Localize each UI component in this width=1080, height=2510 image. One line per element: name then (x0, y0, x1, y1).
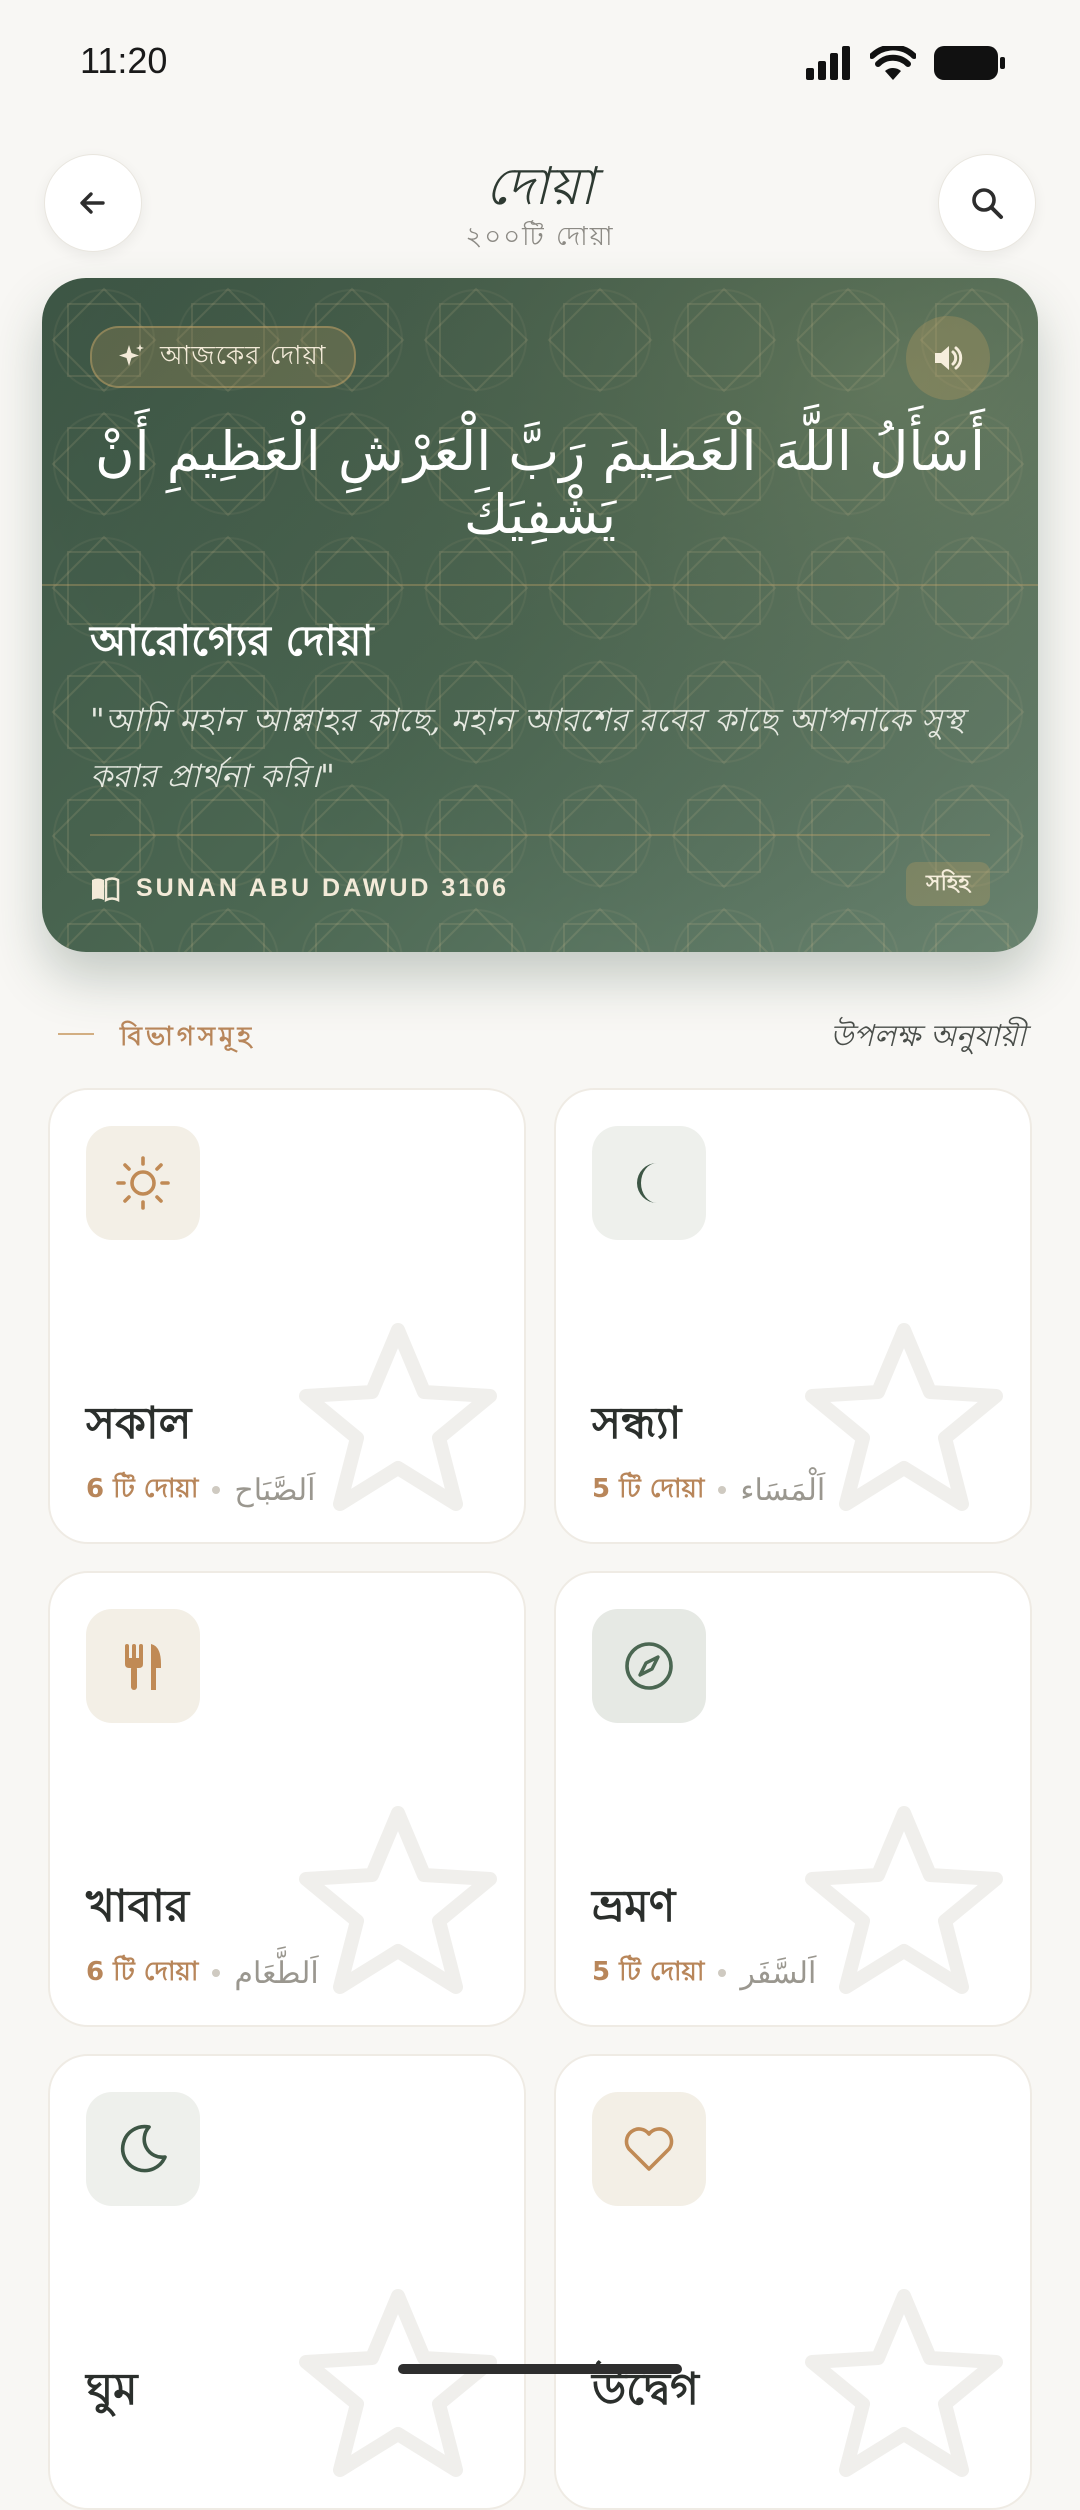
dua-translation: "আমি মহান আল্লাহর কাছে, মহান আরশের রবের … (90, 701, 964, 795)
compass-icon (625, 1642, 673, 1690)
dua-count: 5 টি দোয়া (592, 1957, 705, 1987)
category-arabic: اَلسَّفَر (740, 1955, 817, 1991)
category-title: ভ্রমণ (592, 1881, 676, 1932)
section-accent-line (58, 1033, 94, 1035)
sparkle-icon (119, 344, 144, 366)
category-card-travel[interactable]: ভ্রমণ 5 টি দোয়া اَلسَّفَر (554, 1571, 1032, 2027)
dua-arabic-text: أَسْأَلُ اللَّهَ الْعَظِيمَ رَبَّ الْعَر… (94, 420, 986, 546)
search-button[interactable] (938, 154, 1036, 252)
audio-button[interactable] (906, 316, 990, 400)
card-icon-container (592, 1609, 706, 1723)
category-card-food[interactable]: খাবার 6 টি দোয়া اَلطَّعَام (48, 1571, 526, 2027)
badge-label: আজকের দোয়া (160, 341, 327, 371)
home-indicator[interactable] (398, 2364, 682, 2374)
category-card-evening[interactable]: সন্ধ্যা 5 টি দোয়া اَلْمَسَاء (554, 1088, 1032, 1544)
category-title: ঘুম (86, 2364, 138, 2415)
dua-count: 5 টি দোয়া (592, 1474, 705, 1504)
star-watermark-icon (805, 1323, 1003, 1511)
category-arabic: اَلْمَسَاء (740, 1472, 826, 1508)
star-watermark-icon (299, 2289, 497, 2477)
speaker-icon (935, 346, 963, 370)
star-watermark-icon (299, 1323, 497, 1511)
category-arabic: اَلطَّعَام (234, 1955, 319, 1991)
authenticity-badge: সহিহ (906, 862, 990, 906)
page-subtitle: ২০০টি দোয়া (465, 222, 615, 252)
signal-icon (806, 46, 850, 80)
sun-icon (116, 1156, 170, 1210)
book-icon (92, 876, 120, 902)
card-icon-container (86, 2092, 200, 2206)
category-title: খাবার (86, 1881, 190, 1932)
category-card-anxiety[interactable]: উদ্বেগ (554, 2054, 1032, 2510)
category-card-sleep[interactable]: ঘুম (48, 2054, 526, 2510)
search-icon (972, 188, 1003, 219)
category-meta: 6 টি দোয়া اَلطَّعَام (86, 1951, 319, 1995)
dua-count: 6 টি দোয়া (86, 1474, 199, 1504)
card-icon-container (86, 1126, 200, 1240)
heart-icon (624, 2127, 674, 2171)
category-title: সকাল (86, 1398, 192, 1449)
category-meta: 6 টি দোয়া اَلصَّبَاح (86, 1468, 315, 1512)
star-watermark-icon (299, 1806, 497, 1994)
separator-dot (212, 1969, 221, 1977)
dua-title: আরোগ্যের দোয়া (90, 616, 374, 665)
category-meta: 5 টি দোয়া اَلسَّفَر (592, 1951, 816, 1995)
separator-dot (718, 1969, 727, 1977)
star-watermark-icon (805, 1806, 1003, 1994)
card-icon-container (592, 1126, 706, 1240)
by-occasion-link[interactable]: উপলক্ষ অনুযায়ী (830, 1012, 1026, 1063)
section-title: বিভাগসমূহ (120, 1022, 256, 1052)
category-title: সন্ধ্যা (592, 1398, 682, 1449)
battery-icon (934, 46, 1005, 80)
source-reference: SUNAN ABU DAWUD 3106 (90, 874, 509, 903)
card-icon-container (86, 1609, 200, 1723)
category-meta: 5 টি দোয়া اَلْمَسَاء (592, 1468, 825, 1512)
category-card-morning[interactable]: সকাল 6 টি দোয়া اَلصَّبَاح (48, 1088, 526, 1544)
status-time: 11:20 (80, 40, 168, 81)
daily-dua-card[interactable]: আজকের দোয়া أَسْأَلُ اللَّهَ الْعَظِيمَ … (42, 278, 1038, 952)
crescent-icon (120, 2124, 167, 2173)
separator-dot (212, 1486, 221, 1494)
star-watermark-icon (805, 2289, 1003, 2477)
todays-dua-badge: আজকের দোয়া (90, 326, 357, 388)
status-icons (806, 46, 1006, 80)
dua-count: 6 টি দোয়া (86, 1957, 199, 1987)
category-arabic: اَلصَّبَاح (234, 1472, 316, 1508)
reference-text: SUNAN ABU DAWUD 3106 (136, 874, 510, 902)
divider (42, 584, 1038, 586)
card-icon-container (592, 2092, 706, 2206)
wifi-icon (870, 46, 916, 80)
fork-knife-icon (125, 1644, 161, 1690)
moon-icon (637, 1163, 657, 1203)
divider (90, 834, 990, 836)
separator-dot (718, 1486, 727, 1494)
